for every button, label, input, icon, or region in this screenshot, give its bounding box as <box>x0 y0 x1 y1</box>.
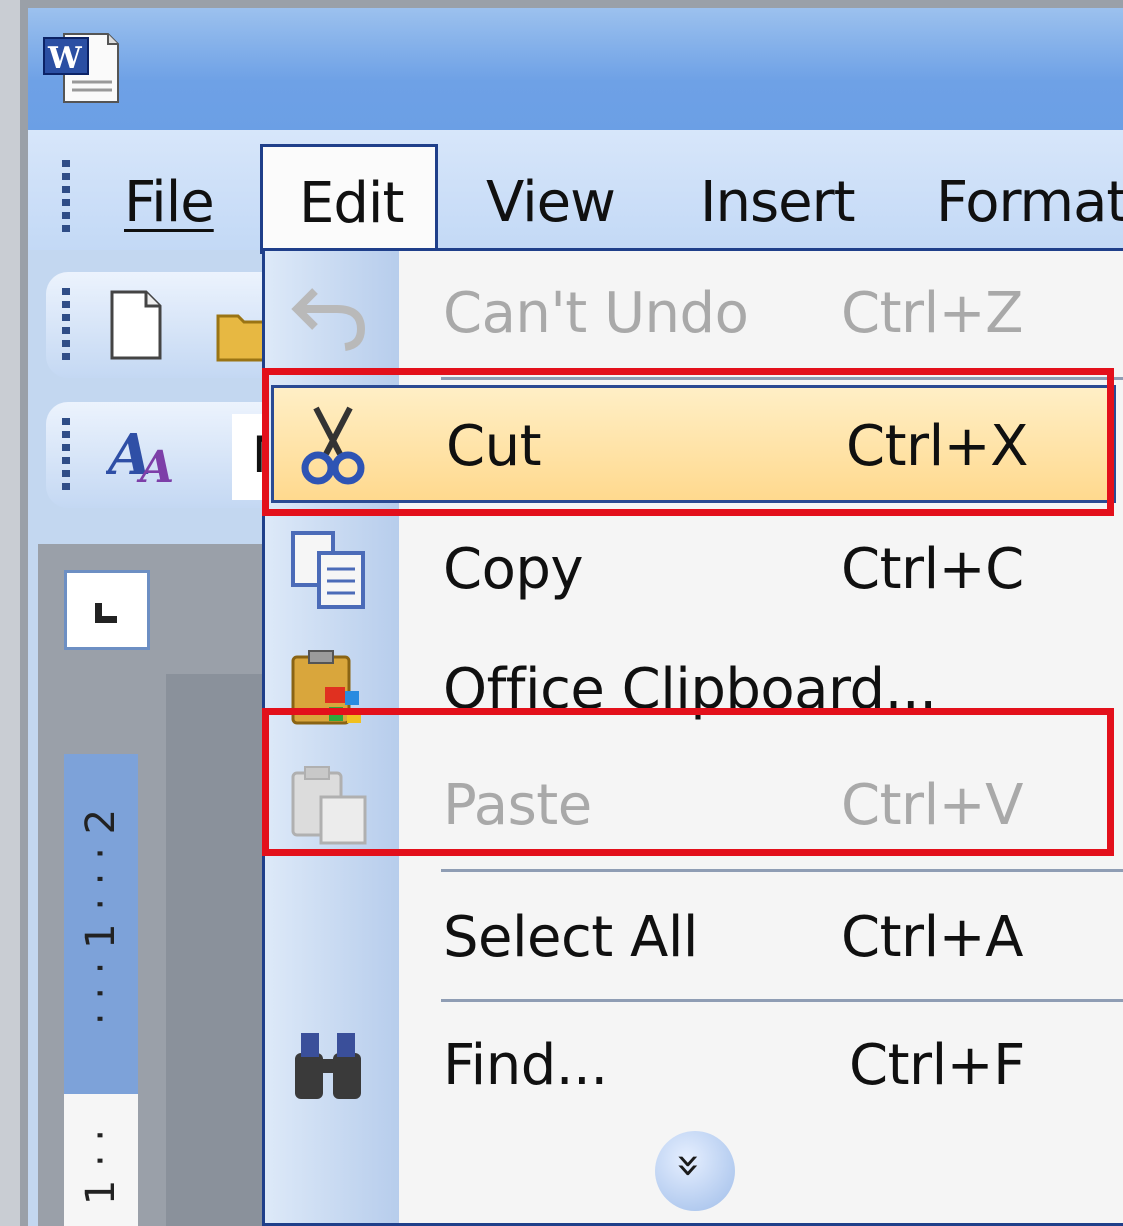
menu-separator <box>441 999 1123 1002</box>
menu-edit[interactable]: Edit <box>260 144 438 254</box>
menu-item-undo-label: Can't Undo <box>443 281 749 346</box>
toolbar-grip[interactable] <box>62 288 70 364</box>
formatting-grip[interactable] <box>62 418 70 494</box>
chevron-double-down-icon: » <box>665 1152 715 1179</box>
menu-item-find-shortcut: Ctrl+F <box>849 1033 1025 1098</box>
menu-item-copy[interactable]: Copy Ctrl+C <box>265 511 1123 627</box>
vertical-ruler[interactable]: · · · 1 · · · 2 <box>64 754 138 1094</box>
menubar-grip[interactable] <box>62 160 70 236</box>
menu-bar: File Edit View Insert Format <box>28 130 1123 254</box>
menu-insert[interactable]: Insert <box>700 170 856 235</box>
word-app-icon[interactable]: W <box>42 30 122 106</box>
expand-menu-button[interactable]: » <box>655 1131 735 1211</box>
copy-icon <box>291 531 365 609</box>
binoculars-icon <box>295 1033 361 1099</box>
menu-item-undo[interactable]: Can't Undo Ctrl+Z <box>265 255 1123 371</box>
menu-item-select-all[interactable]: Select All Ctrl+A <box>265 879 1123 995</box>
menu-item-undo-shortcut: Ctrl+Z <box>841 281 1023 346</box>
menu-format[interactable]: Format <box>936 170 1123 235</box>
new-document-icon[interactable] <box>108 290 164 360</box>
title-bar: W <box>28 8 1123 130</box>
highlight-box-paste <box>262 708 1114 856</box>
left-tab-icon <box>95 603 117 623</box>
menu-edit-label: Edit <box>299 171 404 236</box>
styles-icon[interactable]: A A <box>106 420 186 490</box>
menu-item-find-label: Find... <box>443 1033 608 1098</box>
undo-icon <box>291 288 366 351</box>
document-area: · · · 1 · · · 2 1 · · <box>38 544 288 1226</box>
menu-item-find[interactable]: Find... Ctrl+F <box>265 1007 1123 1123</box>
menu-item-copy-label: Copy <box>443 537 584 602</box>
menu-item-select-all-label: Select All <box>443 905 698 970</box>
menu-item-select-all-shortcut: Ctrl+A <box>841 905 1023 970</box>
tab-selector[interactable] <box>64 570 150 650</box>
menu-view[interactable]: View <box>486 170 616 235</box>
menu-view-label: View <box>486 170 616 235</box>
menu-item-copy-shortcut: Ctrl+C <box>841 537 1024 602</box>
svg-text:A: A <box>136 442 174 490</box>
highlight-box-cut <box>262 368 1114 516</box>
menu-separator <box>441 869 1123 872</box>
svg-text:W: W <box>47 41 83 76</box>
vertical-ruler-labels: · · · 1 · · · 2 <box>78 808 124 1026</box>
menu-insert-label: Insert <box>700 170 856 235</box>
menu-file-label: File <box>124 170 215 235</box>
menu-file[interactable]: File <box>124 170 215 235</box>
vertical-ruler-page-labels: 1 · · <box>78 1128 124 1206</box>
vertical-ruler-page: 1 · · <box>64 1094 138 1226</box>
menu-format-label: Format <box>936 170 1123 235</box>
